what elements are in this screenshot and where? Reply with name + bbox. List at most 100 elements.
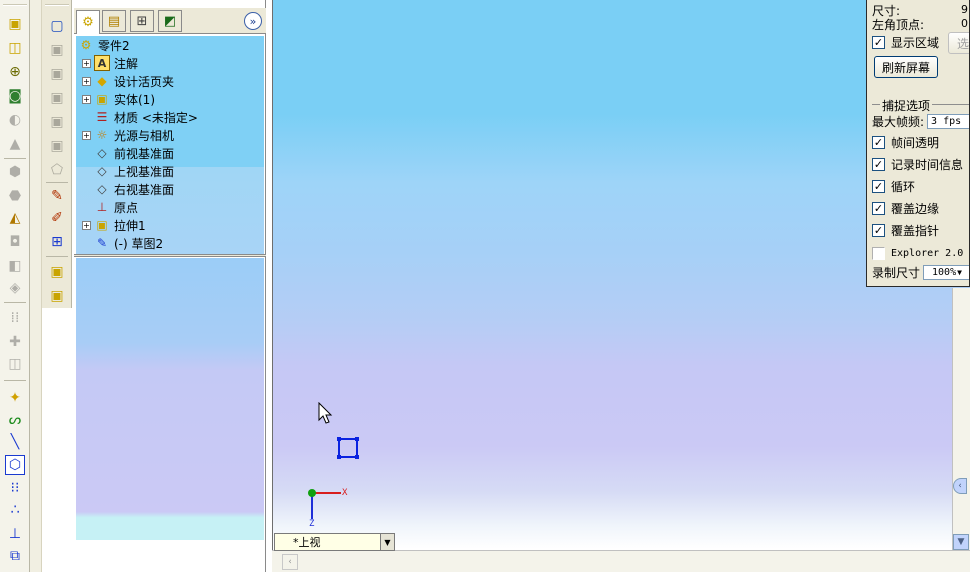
relations-icon[interactable]: ⧉ xyxy=(5,546,25,566)
expand-icon[interactable]: + xyxy=(82,58,91,68)
tree-item-origin[interactable]: ⊥ 原点 xyxy=(82,198,138,216)
toolbar-grip[interactable] xyxy=(3,4,27,6)
max-fps-input[interactable]: 3 fps xyxy=(927,113,969,129)
design-binder-icon: ◆ xyxy=(97,74,107,88)
hole-disabled-icon[interactable]: ▣ xyxy=(47,88,67,108)
option-label: 记录时间信息 xyxy=(891,157,964,172)
horizontal-scrollbar[interactable]: ‹ xyxy=(272,550,970,572)
box-icon[interactable]: ▢ xyxy=(47,16,67,36)
capture-options-group-label: 捕捉选项 xyxy=(880,97,933,114)
loft-icon[interactable]: ◙ xyxy=(5,86,25,106)
option-cover-edges[interactable]: ✓ 覆盖边缘 xyxy=(872,200,939,216)
display-tab[interactable]: ◩ xyxy=(158,10,182,32)
scroll-down-icon[interactable]: ▼ xyxy=(953,534,969,550)
collapse-arrow-icon[interactable]: ‹ xyxy=(953,478,967,494)
expand-icon[interactable]: + xyxy=(82,130,91,140)
reference-geometry-icon[interactable]: ✚ xyxy=(5,332,25,352)
expand-icon[interactable]: + xyxy=(82,220,91,230)
toolbar-grip[interactable] xyxy=(45,4,69,6)
record-size-value: 100% xyxy=(932,266,957,278)
capture-settings-dialog: 尺寸: 9 左角顶点: 0 ✓ 显示区域 选 刷新屏幕 捕捉选项 最大帧频: 3… xyxy=(866,0,970,287)
tree-item-right-plane[interactable]: ◇ 右视基准面 xyxy=(82,180,174,198)
part-icon[interactable]: ▣ xyxy=(47,262,67,282)
cut-disabled-icon[interactable]: ▣ xyxy=(47,64,67,84)
points-icon[interactable]: ∴ xyxy=(5,500,25,520)
polygon-icon[interactable]: ⬡ xyxy=(5,455,25,475)
smart-dimension-icon[interactable]: ✦ xyxy=(5,388,25,408)
assembly-icon[interactable]: ▣ xyxy=(47,286,67,306)
curves-icon[interactable]: ◫ xyxy=(5,354,25,374)
tree-item-root[interactable]: ⚙ 零件2 xyxy=(78,36,130,54)
checkbox-unchecked-icon[interactable] xyxy=(872,246,885,260)
shell-icon[interactable]: ▲ xyxy=(5,134,25,154)
vertical-scrollbar[interactable]: ‹ ▼ xyxy=(952,288,970,550)
sketch-rectangle[interactable] xyxy=(337,437,359,459)
sweep-icon[interactable]: ⊕ xyxy=(5,62,25,82)
relations-icon[interactable]: ⊞ xyxy=(47,232,67,252)
grid-icon[interactable]: ⁝⁝ xyxy=(5,478,25,498)
property-tab[interactable]: ▤ xyxy=(102,10,126,32)
dome-icon[interactable]: ◘ xyxy=(5,232,25,252)
feature-disabled-icon[interactable]: ▣ xyxy=(47,112,67,132)
expand-icon[interactable]: + xyxy=(82,94,91,104)
option-frame-transparency[interactable]: ✓ 帧间透明 xyxy=(872,134,939,150)
sketch-icon: ✎ xyxy=(96,236,108,250)
tree-item-label: 注解 xyxy=(114,56,139,71)
pattern-icon[interactable]: ⁞⁞ xyxy=(5,308,25,328)
extrude-disabled-icon[interactable]: ▣ xyxy=(47,40,67,60)
line-icon[interactable]: ╲ xyxy=(5,432,25,452)
option-record-time[interactable]: ✓ 记录时间信息 xyxy=(872,156,963,172)
tree-item-extrude1[interactable]: + ▣ 拉伸1 xyxy=(82,216,146,234)
option-loop[interactable]: ✓ 循环 xyxy=(872,178,915,194)
expand-icon[interactable]: + xyxy=(82,76,91,86)
mirror-icon[interactable]: ◈ xyxy=(5,278,25,298)
checkbox-checked-icon[interactable]: ✓ xyxy=(872,223,885,237)
plane-icon: ◇ xyxy=(97,182,107,196)
extrude-feature-icon: ▣ xyxy=(96,218,108,232)
revolve-icon[interactable]: ◫ xyxy=(5,38,25,58)
panel-splitter[interactable] xyxy=(74,254,266,257)
expand-panel-icon[interactable]: » xyxy=(244,12,262,30)
scroll-left-icon[interactable]: ‹ xyxy=(282,554,298,570)
corner-row: 左角顶点: xyxy=(872,16,924,32)
show-region-checkbox[interactable]: ✓ 显示区域 xyxy=(872,34,939,50)
checkbox-checked-icon[interactable]: ✓ xyxy=(872,35,885,49)
refresh-screen-button[interactable]: 刷新屏幕 xyxy=(874,56,938,78)
tree-item-lights[interactable]: + ☼ 光源与相机 xyxy=(82,126,174,144)
tree-item-material[interactable]: ☰ 材质 <未指定> xyxy=(82,108,198,126)
shell-disabled-icon[interactable]: ▣ xyxy=(47,136,67,156)
checkbox-checked-icon[interactable]: ✓ xyxy=(872,201,885,215)
configuration-tab[interactable]: ⊞ xyxy=(130,10,154,32)
tree-item-solid-bodies[interactable]: + ▣ 实体(1) xyxy=(82,90,155,108)
spline-icon[interactable]: ᔕ xyxy=(5,410,25,430)
sketch-toolbar: ▢ ▣ ▣ ▣ ▣ ▣ ⬠ ✎ ✐ ⊞ ▣ ▣ xyxy=(42,0,72,308)
tree-item-front-plane[interactable]: ◇ 前视基准面 xyxy=(82,144,174,162)
select-button[interactable]: 选 xyxy=(948,32,969,54)
tree-item-annotations[interactable]: + A 注解 xyxy=(82,54,138,72)
checkbox-checked-icon[interactable]: ✓ xyxy=(872,179,885,193)
option-explorer[interactable]: Explorer 2.0 xyxy=(872,245,963,261)
record-size-select[interactable]: 100% ▼ xyxy=(923,264,969,280)
option-label: 覆盖边缘 xyxy=(891,201,940,216)
checkbox-checked-icon[interactable]: ✓ xyxy=(872,135,885,149)
edit-sketch-icon[interactable]: ✎ xyxy=(47,186,67,206)
smart-dimension-icon[interactable]: ✐ xyxy=(47,208,67,228)
extrude-boss-icon[interactable]: ▣ xyxy=(5,14,25,34)
surface-disabled-icon[interactable]: ⬠ xyxy=(47,160,67,180)
chamfer-icon[interactable]: ⬣ xyxy=(5,186,25,206)
origin-icon[interactable]: ⊥ xyxy=(5,524,25,544)
checkbox-checked-icon[interactable]: ✓ xyxy=(872,157,885,171)
option-cover-pointer[interactable]: ✓ 覆盖指针 xyxy=(872,222,939,238)
draft-icon[interactable]: ◭ xyxy=(5,208,25,228)
chevron-down-icon[interactable]: ▼ xyxy=(957,268,962,277)
feature-tree-tab[interactable]: ⚙ xyxy=(76,10,100,34)
view-orientation-select[interactable]: *上视 ▼ xyxy=(274,533,395,551)
tree-item-sketch2[interactable]: ✎ (-) 草图2 xyxy=(82,234,163,252)
chevron-down-icon[interactable]: ▼ xyxy=(380,534,394,550)
wrap-icon[interactable]: ◧ xyxy=(5,256,25,276)
tree-item-top-plane[interactable]: ◇ 上视基准面 xyxy=(82,162,174,180)
tree-item-design-binder[interactable]: + ◆ 设计活页夹 xyxy=(82,72,174,90)
corner-label: 左角顶点: xyxy=(872,17,925,32)
fillet-icon[interactable]: ⬢ xyxy=(5,162,25,182)
rib-icon[interactable]: ◐ xyxy=(5,110,25,130)
